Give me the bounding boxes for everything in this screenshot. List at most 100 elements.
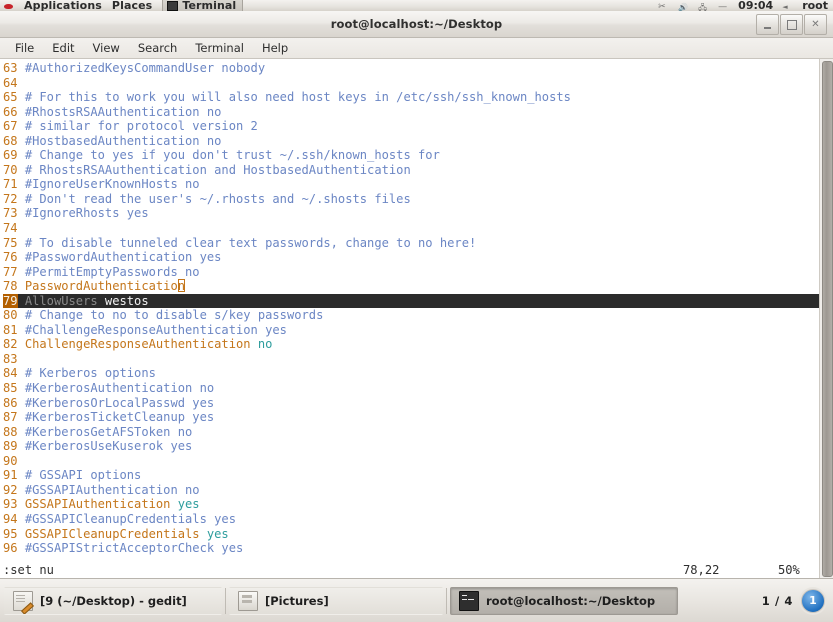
taskbar-separator (225, 587, 226, 614)
line-number: 66 (3, 104, 18, 119)
terminal-line: 86 #KerberosOrLocalPasswd yes (3, 396, 820, 411)
top-panel-left: Applications Places Terminal (0, 0, 244, 12)
workspace-badge[interactable]: 1 (801, 588, 825, 613)
line-number: 64 (3, 75, 18, 90)
close-button[interactable]: ✕ (804, 14, 827, 35)
line-number: 82 (3, 337, 18, 352)
terminal-line: 96 #GSSAPIStrictAcceptorCheck yes (3, 541, 820, 556)
user-menu-icon[interactable] (782, 2, 793, 11)
terminal-line: 68 #HostbasedAuthentication no (3, 134, 820, 149)
line-number: 89 (3, 439, 18, 454)
line-number: 90 (3, 453, 18, 468)
menu-applications[interactable]: Applications (24, 0, 102, 11)
menu-view[interactable]: View (84, 39, 129, 57)
maximize-button[interactable] (780, 14, 803, 35)
terminal-text[interactable]: 63 #AuthorizedKeysCommandUser nobody 64 6… (0, 59, 820, 579)
minimize-button[interactable] (756, 14, 779, 35)
terminal-line: 70 # RhostsRSAAuthentication and Hostbas… (3, 163, 820, 178)
terminal-line: 84 # Kerberos options (3, 366, 820, 381)
terminal-line: 71 #IgnoreUserKnownHosts no (3, 177, 820, 192)
terminal-text-span: #HostbasedAuthentication no (24, 133, 222, 148)
window-list-terminal-label: Terminal (182, 0, 237, 12)
terminal-text-span: AllowUsers (24, 293, 98, 308)
terminal-window: root@localhost:~/Desktop ✕ File Edit Vie… (0, 11, 833, 579)
power-icon[interactable] (718, 2, 729, 11)
taskbar-separator (446, 587, 447, 614)
taskbar-item-gedit-label: [9 (~/Desktop) - gedit] (40, 593, 187, 608)
terminal-text-span: GSSAPIAuthentication (24, 497, 178, 512)
menu-edit[interactable]: Edit (43, 39, 83, 57)
terminal-text-span: #KerberosTicketCleanup yes (24, 410, 215, 425)
line-number: 83 (3, 351, 18, 366)
terminal-text-span: #PasswordAuthentication yes (24, 250, 222, 265)
menu-terminal[interactable]: Terminal (186, 39, 253, 57)
taskbar-item-pictures-label: [Pictures] (265, 593, 329, 608)
line-number: 94 (3, 511, 18, 526)
terminal-line: 69 # Change to yes if you don't trust ~/… (3, 148, 820, 163)
menu-search[interactable]: Search (129, 39, 187, 57)
line-number: 84 (3, 366, 18, 381)
volume-icon[interactable] (678, 2, 689, 11)
menu-help[interactable]: Help (253, 39, 297, 57)
line-number: 78 (3, 279, 18, 294)
line-number: 93 (3, 497, 18, 512)
terminal-scrollbar[interactable] (819, 59, 833, 579)
terminal-text-span: yes (206, 526, 229, 541)
line-number: 75 (3, 235, 18, 250)
line-number: 81 (3, 322, 18, 337)
terminal-line: 94 #GSSAPICleanupCredentials yes (3, 512, 820, 527)
terminal-text-span: # RhostsRSAAuthentication and HostbasedA… (24, 162, 411, 177)
terminal-line: 63 #AuthorizedKeysCommandUser nobody (3, 61, 820, 76)
terminal-text-span: # Change to yes if you don't trust ~/.ss… (24, 148, 440, 163)
line-number: 71 (3, 177, 18, 192)
vim-scroll-percent: 50% (778, 563, 800, 577)
terminal-line: 72 # Don't read the user's ~/.rhosts and… (3, 192, 820, 207)
taskbar-item-terminal[interactable]: root@localhost:~/Desktop (450, 586, 678, 615)
terminal-line: 91 # GSSAPI options (3, 468, 820, 483)
terminal-line: 74 (3, 221, 820, 236)
terminal-viewport[interactable]: 63 #AuthorizedKeysCommandUser nobody 64 6… (0, 59, 833, 579)
terminal-line: 83 (3, 352, 820, 367)
line-number: 92 (3, 482, 18, 497)
terminal-text-span: #GSSAPICleanupCredentials yes (24, 511, 236, 526)
terminal-line: 85 #KerberosAuthentication no (3, 381, 820, 396)
taskbar-right: 1 / 4 1 (762, 588, 829, 613)
menu-file[interactable]: File (6, 39, 43, 57)
terminal-icon (459, 590, 479, 611)
terminal-text-span: #IgnoreUserKnownHosts no (24, 177, 200, 192)
terminal-line: 75 # To disable tunneled clear text pass… (3, 236, 820, 251)
line-number: 76 (3, 250, 18, 265)
network-icon[interactable] (698, 2, 709, 11)
terminal-text-span: # To disable tunneled clear text passwor… (24, 235, 477, 250)
line-number: 74 (3, 221, 18, 236)
terminal-text-span: #KerberosOrLocalPasswd yes (24, 395, 215, 410)
terminal-line: 78 PasswordAuthentication (3, 279, 820, 294)
terminal-line: 93 GSSAPIAuthentication yes (3, 497, 820, 512)
terminal-text-span: ChallengeResponseAuthentication (24, 337, 258, 352)
workspace-pager[interactable]: 1 / 4 (762, 594, 793, 608)
taskbar-item-pictures[interactable]: [Pictures] (229, 586, 443, 615)
taskbar-item-terminal-label: root@localhost:~/Desktop (486, 593, 656, 608)
line-number: 91 (3, 468, 18, 483)
terminal-text-span: # Don't read the user's ~/.rhosts and ~/… (24, 191, 411, 206)
terminal-line: 77 #PermitEmptyPasswords no (3, 265, 820, 280)
line-number: 69 (3, 148, 18, 163)
terminal-text-span: #AuthorizedKeysCommandUser nobody (24, 61, 266, 75)
line-number: 73 (3, 206, 18, 221)
gedit-icon (13, 590, 33, 611)
window-list-terminal[interactable]: Terminal (162, 0, 244, 12)
line-number: 70 (3, 162, 18, 177)
window-titlebar[interactable]: root@localhost:~/Desktop ✕ (0, 11, 833, 38)
terminal-text-span: yes (177, 497, 200, 512)
menu-places[interactable]: Places (112, 0, 152, 11)
terminal-line: 90 (3, 454, 820, 469)
terminal-icon (167, 1, 179, 11)
scrollbar-thumb[interactable] (822, 61, 833, 577)
terminal-text-span: # similar for protocol version 2 (24, 119, 258, 134)
terminal-text-span: # For this to work you will also need ho… (24, 90, 571, 105)
terminal-text-span: # Change to no to disable s/key password… (24, 308, 324, 323)
scissors-icon[interactable] (658, 2, 669, 11)
clock[interactable]: 09:04 (738, 0, 773, 11)
taskbar-item-gedit[interactable]: [9 (~/Desktop) - gedit] (4, 586, 222, 615)
user-name[interactable]: root (802, 0, 828, 11)
